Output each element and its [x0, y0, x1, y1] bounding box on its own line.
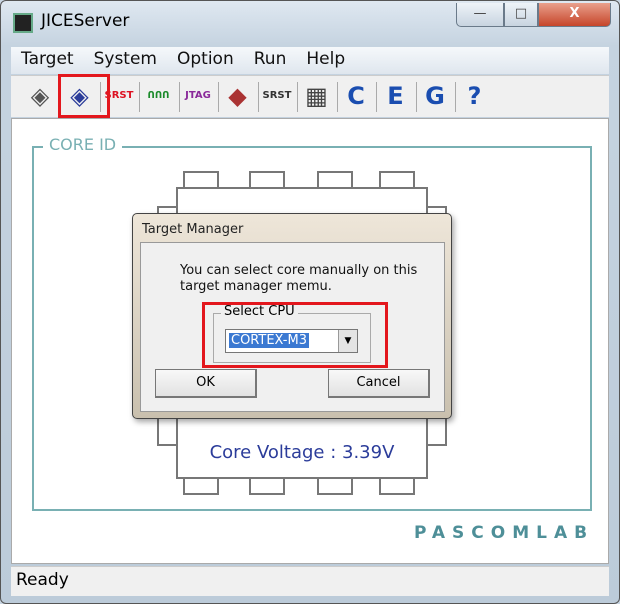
- title-bar: JICEServer — □ X: [1, 1, 619, 45]
- clock-signal-icon[interactable]: ՈՈՈ: [143, 81, 175, 113]
- app-icon: [13, 13, 33, 33]
- maximize-button[interactable]: □: [504, 3, 538, 27]
- target-connect-icon[interactable]: ◈: [24, 81, 56, 113]
- cancel-button[interactable]: Cancel: [328, 369, 430, 398]
- toolbar-highlight-box: [58, 74, 110, 118]
- jtag-swd-icon[interactable]: JTAG: [182, 81, 214, 113]
- menu-help[interactable]: Help: [296, 47, 355, 74]
- toolbar-separator: [336, 82, 338, 112]
- toolbar-separator: [178, 82, 180, 112]
- toolbar-separator: [455, 82, 456, 112]
- toolbar-separator: [415, 82, 417, 112]
- chip-disconnect-icon[interactable]: ◆: [222, 81, 254, 113]
- menu-system[interactable]: System: [84, 47, 167, 74]
- e-jice-icon[interactable]: E: [380, 81, 412, 113]
- menu-bar: Target System Option Run Help: [11, 47, 609, 74]
- select-cpu-highlight-box: [202, 302, 388, 368]
- menu-option[interactable]: Option: [167, 47, 244, 74]
- core-id-label: CORE ID: [43, 135, 123, 154]
- chip-pin: [379, 477, 415, 495]
- ok-button[interactable]: OK: [155, 369, 257, 398]
- memory-copy-icon[interactable]: ▦: [301, 81, 333, 113]
- brand-logo: PASCOMLAB: [414, 523, 595, 543]
- chip-pin: [183, 477, 219, 495]
- chip-pin: [317, 477, 353, 495]
- dialog-message: You can select core manually on this tar…: [180, 263, 418, 294]
- dialog-title: Target Manager: [142, 222, 244, 237]
- app-window: JICEServer — □ X Target System Option Ru…: [0, 0, 620, 604]
- close-button[interactable]: X: [538, 3, 611, 27]
- menu-target[interactable]: Target: [11, 47, 84, 74]
- toolbar-separator: [376, 82, 377, 112]
- core-voltage: Core Voltage : 3.39V: [209, 442, 395, 463]
- toolbar-separator: [297, 82, 298, 112]
- chip-pin: [249, 477, 285, 495]
- status-bar: Ready: [11, 566, 609, 596]
- dialog-body: You can select core manually on this tar…: [140, 242, 445, 412]
- window-title: JICEServer: [41, 11, 130, 31]
- g-jice-icon[interactable]: G: [419, 81, 451, 113]
- help-icon[interactable]: ?: [459, 81, 491, 113]
- toolbar-separator: [139, 82, 140, 112]
- c-jice-icon[interactable]: C: [340, 81, 372, 113]
- srst-board-icon[interactable]: SRST: [261, 81, 293, 113]
- target-manager-dialog: Target Manager You can select core manua…: [132, 213, 452, 419]
- menu-run[interactable]: Run: [244, 47, 297, 74]
- toolbar-separator: [257, 82, 259, 112]
- toolbar-separator: [218, 82, 219, 112]
- minimize-button[interactable]: —: [456, 3, 504, 27]
